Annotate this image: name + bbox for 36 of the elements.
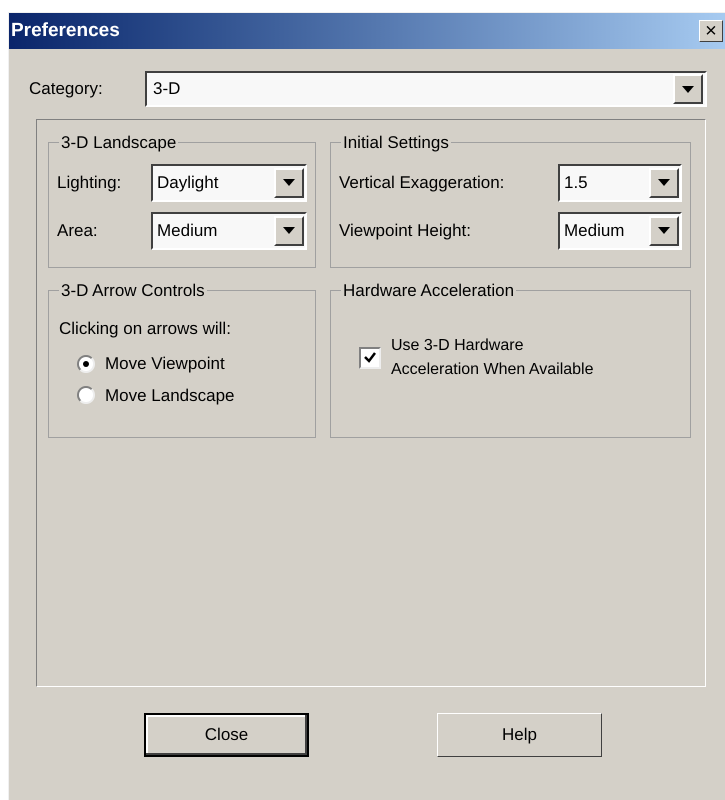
group-title: Hardware Acceleration <box>342 280 516 302</box>
dropdown-value: Medium <box>564 220 624 242</box>
dropdown[interactable]: Medium <box>151 212 307 250</box>
dropdown[interactable]: Daylight <box>151 164 307 202</box>
checkbox[interactable] <box>359 346 381 368</box>
close-button[interactable]: × <box>699 20 723 42</box>
caret-icon <box>283 227 295 234</box>
field-label: Lighting: <box>57 172 122 194</box>
checkbox-option[interactable]: Use 3-D Hardware Acceleration When Available <box>359 334 682 382</box>
dropdown-value: Medium <box>157 220 218 242</box>
radio-button[interactable] <box>77 386 95 404</box>
category-dropdown[interactable]: 3-D <box>145 71 707 107</box>
prompt-text: Clicking on arrows will: <box>59 318 232 340</box>
checkmark-icon <box>364 352 376 363</box>
radio-option[interactable]: Move Viewpoint <box>77 351 307 376</box>
radio-option[interactable]: Move Landscape <box>77 382 307 408</box>
dropdown-value: Daylight <box>157 172 218 194</box>
group-title: Initial Settings <box>342 132 450 154</box>
caret-icon <box>658 227 670 234</box>
dropdown[interactable]: Medium <box>558 212 682 250</box>
dialog-button[interactable]: Help <box>437 713 602 757</box>
field-label: Viewpoint Height: <box>339 220 471 242</box>
dropdown-value: 1.5 <box>564 172 588 194</box>
caret-icon <box>658 179 670 186</box>
caret-icon <box>682 86 694 92</box>
group-title: 3-D Arrow Controls <box>60 280 206 302</box>
window-title: Preferences <box>11 18 120 43</box>
dialog-button[interactable]: Close <box>144 713 309 757</box>
dropdown[interactable]: 1.5 <box>558 164 682 202</box>
field-label: Vertical Exaggeration: <box>339 172 504 194</box>
caret-icon <box>283 179 295 186</box>
group-title: 3-D Landscape <box>60 132 178 154</box>
field-label: Category: <box>29 78 104 100</box>
field-label: Area: <box>57 220 98 242</box>
dropdown-value: 3-D <box>153 78 180 100</box>
radio-button[interactable] <box>77 354 95 373</box>
